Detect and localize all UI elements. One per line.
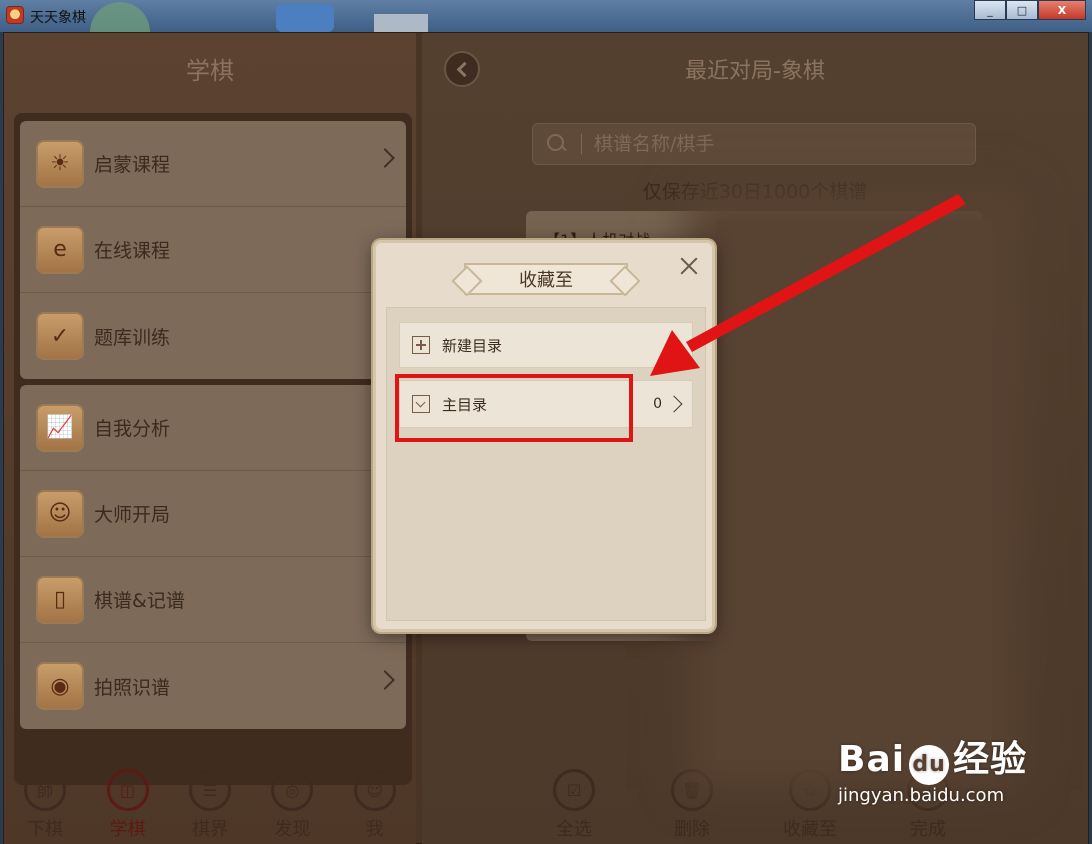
learn-menu-card: ☀ 启蒙课程 e 在线课程 ✓ 题库训练 📈 自我分析 ☺ 大师开局 ▯ 棋谱&… xyxy=(14,113,412,785)
window-controls: _ □ X xyxy=(974,0,1086,20)
chevron-right-icon[interactable] xyxy=(665,395,683,413)
menu-item-question-bank[interactable]: ✓ 题库训练 xyxy=(20,293,406,379)
desktop-background-fragment xyxy=(90,2,150,32)
nav-tab-community[interactable]: ☰ 棋界 xyxy=(180,763,240,844)
chevron-right-icon xyxy=(375,670,395,690)
watermark-text: Bai xyxy=(838,739,906,780)
menu-item-photo-recognition[interactable]: ◉ 拍照识谱 xyxy=(20,643,406,729)
minimize-button[interactable]: _ xyxy=(974,0,1006,20)
action-label: 删除 xyxy=(674,819,710,840)
checklist-icon: ✓ xyxy=(36,312,84,360)
directory-list: 新建目录 主目录 0 xyxy=(386,307,706,621)
nav-tab-label: 发现 xyxy=(274,819,311,840)
menu-item-label: 题库训练 xyxy=(94,326,171,349)
window-titlebar: 天天象棋 _ □ X xyxy=(0,0,1092,32)
search-divider xyxy=(581,134,582,154)
watermark-text: 经验 xyxy=(953,739,1028,780)
chevron-right-icon xyxy=(375,148,395,168)
baidu-paw-icon: du xyxy=(909,745,950,785)
menu-item-master-openings[interactable]: ☺ 大师开局 xyxy=(20,471,406,557)
main-directory-count: 0 xyxy=(653,396,662,412)
favorite-to-button[interactable]: ☆ 收藏至 xyxy=(778,763,842,844)
desktop-background-fragment xyxy=(374,14,428,32)
save-notice: 仅保存近30日1000个棋谱 xyxy=(642,181,868,203)
maximize-button[interactable]: □ xyxy=(1006,0,1038,20)
notebook-icon: ▯ xyxy=(36,575,84,624)
book-icon: ◫ xyxy=(106,769,149,811)
nav-tab-label: 学棋 xyxy=(109,819,146,840)
lightbulb-icon: ☀ xyxy=(36,139,84,188)
nav-tab-learn[interactable]: ◫ 学棋 xyxy=(98,763,158,844)
watermark-url: jingyan.baidu.com xyxy=(838,785,1005,806)
blurred-region xyxy=(716,220,992,760)
nav-tab-discover[interactable]: ◎ 发现 xyxy=(262,763,322,844)
annotation-highlight-box xyxy=(395,374,633,442)
nav-tab-label: 下棋 xyxy=(27,819,64,840)
menu-item-online-course[interactable]: e 在线课程 xyxy=(20,207,406,293)
menu-item-label: 拍照识谱 xyxy=(94,676,171,699)
plus-icon xyxy=(412,336,430,354)
delete-button[interactable]: 🗑 删除 xyxy=(660,763,724,844)
menu-item-game-records[interactable]: ▯ 棋谱&记谱 xyxy=(20,557,406,643)
baidu-logo: Bai du 经验 xyxy=(838,730,1038,785)
master-avatar-icon: ☺ xyxy=(36,489,84,538)
new-directory-label: 新建目录 xyxy=(442,336,503,355)
chat-icon: ☰ xyxy=(188,769,231,811)
ie-icon: e xyxy=(36,225,84,274)
search-input[interactable] xyxy=(594,133,954,155)
nav-tab-label: 棋界 xyxy=(191,819,228,840)
close-window-button[interactable]: X xyxy=(1038,0,1086,20)
desktop-background-fragment xyxy=(276,4,334,32)
menu-item-label: 启蒙课程 xyxy=(94,154,171,176)
baidu-watermark: Bai du 经验 jingyan.baidu.com xyxy=(838,730,1038,820)
star-icon: ☆ xyxy=(789,769,831,811)
menu-item-self-analysis[interactable]: 📈 自我分析 xyxy=(20,385,406,471)
search-bar xyxy=(532,123,976,165)
learn-pane: 学棋 ☀ 启蒙课程 e 在线课程 ✓ 题库训练 📈 自我分析 ☺ 大师开局 ▯ … xyxy=(4,33,416,844)
menu-item-beginner-course[interactable]: ☀ 启蒙课程 xyxy=(20,121,406,207)
camera-icon: ◉ xyxy=(36,662,84,710)
checkbox-icon: ☑ xyxy=(553,769,595,811)
bottom-nav: 帥 下棋 ◫ 学棋 ☰ 棋界 ◎ 发现 ☺ 我 xyxy=(4,763,416,844)
close-icon[interactable] xyxy=(678,255,700,277)
dialog-title: 收藏至 xyxy=(519,270,573,291)
menu-item-label: 自我分析 xyxy=(94,418,171,440)
select-all-button[interactable]: ☑ 全选 xyxy=(542,763,606,844)
compass-icon: ◎ xyxy=(271,769,314,811)
nav-tab-me[interactable]: ☺ 我 xyxy=(345,763,405,844)
learn-pane-title: 学棋 xyxy=(186,56,234,85)
nav-tab-play[interactable]: 帥 下棋 xyxy=(15,763,75,844)
dialog-title-banner: 收藏至 xyxy=(464,263,628,295)
window-title: 天天象棋 xyxy=(30,10,86,26)
menu-item-label: 棋谱&记谱 xyxy=(94,590,185,612)
search-icon xyxy=(547,134,567,154)
menu-group-courses: ☀ 启蒙课程 e 在线课程 ✓ 题库训练 xyxy=(20,121,406,379)
page-title: 最近对局-象棋 xyxy=(685,59,825,84)
new-directory-button[interactable]: 新建目录 xyxy=(399,322,693,368)
menu-item-label: 在线课程 xyxy=(94,240,171,262)
menu-group-tools: 📈 自我分析 ☺ 大师开局 ▯ 棋谱&记谱 ◉ 拍照识谱 xyxy=(20,385,406,729)
action-label: 收藏至 xyxy=(783,819,837,840)
user-icon: ☺ xyxy=(353,769,396,811)
trash-icon: 🗑 xyxy=(671,769,713,811)
action-label: 全选 xyxy=(556,819,592,840)
menu-item-label: 大师开局 xyxy=(94,504,171,526)
analysis-chart-icon: 📈 xyxy=(36,403,84,452)
nav-tab-label: 我 xyxy=(365,819,384,840)
chess-piece-icon: 帥 xyxy=(24,769,67,811)
app-logo-icon xyxy=(6,6,24,24)
